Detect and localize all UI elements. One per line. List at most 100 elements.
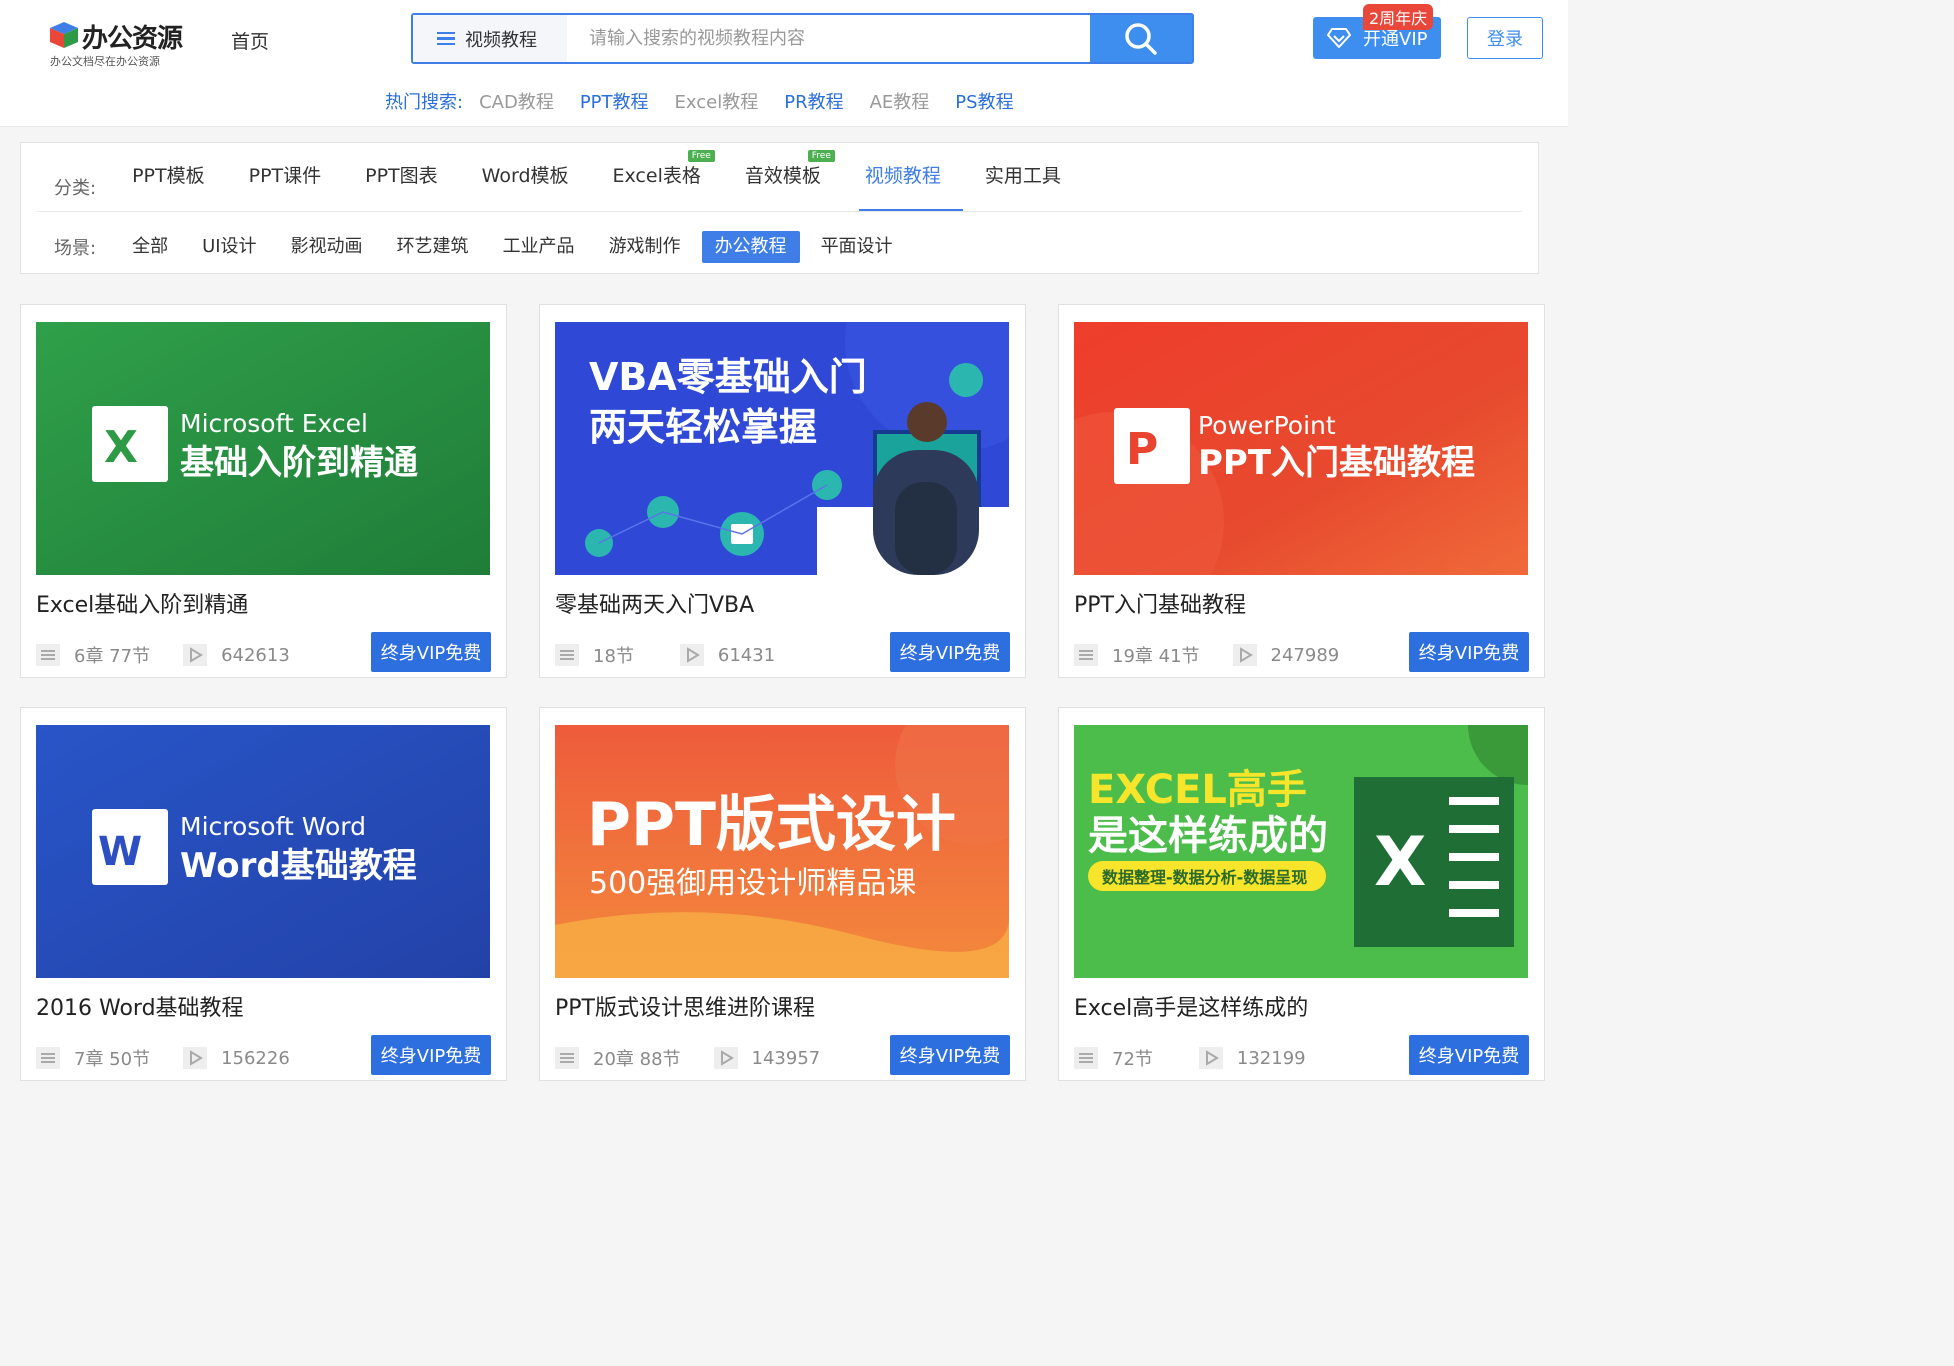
category-row: 分类: PPT模板 PPT课件 PPT图表 Word模板 Excel表格 Free…	[54, 150, 1105, 211]
course-title[interactable]: 2016 Word基础教程	[36, 990, 244, 1022]
logo-title: 办公资源	[82, 24, 183, 54]
course-thumbnail[interactable]: P PowerPoint PPT入门基础教程	[1074, 322, 1528, 575]
svg-text:Microsoft Word: Microsoft Word	[180, 812, 366, 841]
svg-text:X: X	[1374, 823, 1426, 902]
course-meta: 19章 41节 247989	[1074, 642, 1339, 668]
scene-industrial[interactable]: 工业产品	[503, 231, 575, 263]
play-icon	[183, 1047, 208, 1069]
vip-free-button[interactable]: 终身VIP免费	[371, 1035, 491, 1075]
scene-animation[interactable]: 影视动画	[291, 231, 363, 263]
course-card[interactable]: EXCEL高手 是这样练成的 数据整理-数据分析-数据呈现 X Excel高手是…	[1058, 707, 1545, 1081]
svg-text:VBA零基础入门: VBA零基础入门	[589, 355, 867, 399]
course-title[interactable]: Excel高手是这样练成的	[1074, 990, 1308, 1022]
play-icon	[183, 644, 208, 666]
search-input[interactable]	[567, 15, 1092, 62]
scene-all[interactable]: 全部	[132, 231, 168, 263]
scene-graphic-design[interactable]: 平面设计	[821, 231, 893, 263]
category-sound-template[interactable]: 音效模板 Free	[745, 150, 835, 211]
course-thumbnail[interactable]: EXCEL高手 是这样练成的 数据整理-数据分析-数据呈现 X	[1074, 725, 1528, 978]
svg-text:Word基础教程: Word基础教程	[180, 846, 417, 886]
course-thumbnail[interactable]: W Microsoft Word Word基础教程	[36, 725, 490, 978]
vip-free-button[interactable]: 终身VIP免费	[1409, 632, 1529, 672]
scene-office[interactable]: 办公教程	[701, 231, 800, 263]
category-ppt-chart[interactable]: PPT图表	[365, 163, 438, 211]
course-thumbnail[interactable]: VBA零基础入门 两天轻松掌握	[555, 322, 1009, 575]
course-chapters: 19章 41节	[1112, 646, 1200, 667]
course-card[interactable]: W Microsoft Word Word基础教程 2016 Word基础教程 …	[20, 707, 507, 1081]
category-ppt-template[interactable]: PPT模板	[132, 163, 205, 211]
login-button[interactable]: 登录	[1467, 17, 1543, 59]
menu-icon	[437, 31, 455, 46]
scene-row: 场景: 全部 UI设计 影视动画 环艺建筑 工业产品 游戏制作 办公教程 平面设…	[54, 231, 927, 263]
course-meta: 7章 50节 156226	[36, 1045, 290, 1071]
svg-text:500强御用设计师精品课: 500强御用设计师精品课	[589, 866, 916, 901]
course-card[interactable]: X Microsoft Excel 基础入阶到精通 Excel基础入阶到精通 6…	[20, 304, 507, 678]
category-text: PPT课件	[248, 165, 322, 187]
svg-text:EXCEL高手: EXCEL高手	[1088, 767, 1307, 813]
free-tag: Free	[807, 150, 835, 162]
category-word-template[interactable]: Word模板	[482, 163, 569, 211]
play-icon	[713, 1047, 738, 1069]
course-thumbnail[interactable]: PPT版式设计 500强御用设计师精品课	[555, 725, 1009, 978]
search-type-label: 视频教程	[465, 29, 537, 51]
course-meta: 18节 61431	[555, 642, 775, 668]
filter-divider	[37, 211, 1522, 212]
svg-text:Microsoft Excel: Microsoft Excel	[180, 409, 368, 438]
category-excel-sheet[interactable]: Excel表格 Free	[613, 150, 715, 211]
list-icon	[36, 1047, 60, 1069]
course-title[interactable]: Excel基础入阶到精通	[36, 587, 248, 619]
category-text: PPT模板	[132, 165, 205, 187]
svg-text:P: P	[1126, 424, 1158, 475]
hot-searches: 热门搜索: CAD教程 PPT教程 Excel教程 PR教程 AE教程 PS教程	[385, 88, 1040, 114]
category-text: Word模板	[481, 165, 569, 187]
course-views: 61431	[717, 644, 776, 666]
category-tools[interactable]: 实用工具	[985, 163, 1061, 211]
site-header: 办公资源 办公文档尽在办公资源 首页 视频教程 热门搜索: CAD教程 PPT教…	[0, 0, 1568, 127]
vip-free-button[interactable]: 终身VIP免费	[890, 632, 1010, 672]
vip-free-button[interactable]: 终身VIP免费	[1409, 1035, 1529, 1075]
category-text: PPT图表	[365, 165, 438, 187]
scene-label: 场景:	[54, 238, 97, 259]
course-title[interactable]: 零基础两天入门VBA	[555, 587, 754, 619]
vip-free-button[interactable]: 终身VIP免费	[890, 1035, 1010, 1075]
list-icon	[36, 644, 60, 666]
search-bar: 视频教程	[411, 13, 1194, 64]
svg-text:PowerPoint: PowerPoint	[1198, 411, 1336, 440]
hot-search-link[interactable]: PR教程	[784, 88, 843, 114]
list-icon	[555, 644, 579, 666]
course-card[interactable]: PPT版式设计 500强御用设计师精品课 PPT版式设计思维进阶课程 20章 8…	[539, 707, 1026, 1081]
course-chapters: 18节	[593, 646, 634, 667]
course-chapters: 20章 88节	[593, 1049, 681, 1070]
hot-search-link[interactable]: PS教程	[955, 88, 1013, 114]
anniversary-badge: 2周年庆	[1363, 4, 1434, 30]
hot-search-link[interactable]: AE教程	[870, 88, 930, 114]
nav-home-link[interactable]: 首页	[231, 27, 269, 54]
scene-game[interactable]: 游戏制作	[609, 231, 681, 263]
hot-search-link[interactable]: PPT教程	[580, 88, 649, 114]
site-logo[interactable]: 办公资源 办公文档尽在办公资源	[50, 18, 190, 70]
course-thumbnail[interactable]: X Microsoft Excel 基础入阶到精通	[36, 322, 490, 575]
course-card[interactable]: P PowerPoint PPT入门基础教程 PPT入门基础教程 19章 41节…	[1058, 304, 1545, 678]
svg-text:基础入阶到精通: 基础入阶到精通	[180, 443, 418, 483]
svg-text:两天轻松掌握: 两天轻松掌握	[589, 405, 817, 449]
search-type-select[interactable]: 视频教程	[413, 15, 567, 62]
course-card[interactable]: VBA零基础入门 两天轻松掌握 零基础两天入门VBA 18节 61431 终身V…	[539, 304, 1026, 678]
category-ppt-courseware[interactable]: PPT课件	[249, 163, 322, 211]
course-chapters: 72节	[1112, 1049, 1153, 1070]
category-text: 实用工具	[984, 165, 1061, 187]
play-icon	[679, 644, 704, 666]
hot-search-link[interactable]: Excel教程	[675, 88, 759, 114]
search-button[interactable]	[1090, 15, 1192, 62]
scene-ui-design[interactable]: UI设计	[202, 231, 256, 263]
svg-text:PPT版式设计: PPT版式设计	[587, 790, 956, 860]
vip-free-button[interactable]: 终身VIP免费	[371, 632, 491, 672]
scene-architecture[interactable]: 环艺建筑	[397, 231, 469, 263]
hot-search-link[interactable]: CAD教程	[479, 88, 554, 114]
course-views: 156226	[221, 1047, 290, 1069]
list-icon	[1074, 1047, 1098, 1069]
svg-text:是这样练成的: 是这样练成的	[1088, 813, 1328, 859]
course-title[interactable]: PPT入门基础教程	[1074, 587, 1246, 619]
search-icon	[1125, 22, 1157, 55]
course-title[interactable]: PPT版式设计思维进阶课程	[555, 990, 815, 1022]
category-video-tutorial[interactable]: 视频教程	[865, 163, 941, 211]
